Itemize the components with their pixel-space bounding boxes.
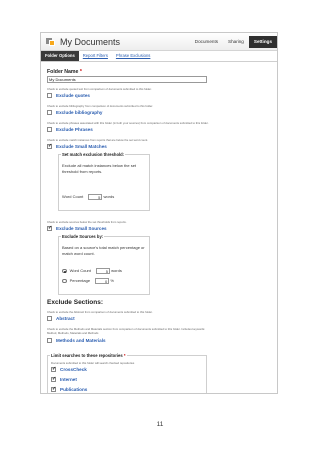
folder-name-label: Folder Name *	[47, 69, 82, 75]
match-word-count-label: Word Count	[62, 194, 84, 200]
exclude-quotes-checkbox[interactable]	[47, 93, 52, 98]
subtab-phrase-exclusions[interactable]: Phrase Exclusions	[112, 51, 154, 61]
exclude-phrases-option[interactable]: Exclude Phrases	[47, 127, 93, 132]
app-header: My Documents Documents Sharing Settings	[41, 33, 277, 51]
exclude-quotes-option[interactable]: Exclude quotes	[47, 93, 90, 98]
repositories-legend-text: Limit searches to these repositories	[51, 353, 123, 358]
exclude-methods-checkbox[interactable]	[47, 338, 52, 343]
sources-by-legend: Exclude Sources by:	[61, 234, 105, 239]
exclude-abstract-label: Abstract	[56, 316, 75, 321]
small-sources-hint: Check to exclude sources below the set t…	[47, 220, 127, 224]
tab-settings[interactable]: Settings	[248, 36, 277, 48]
top-nav: Documents Sharing Settings	[190, 36, 277, 48]
internet-checkbox[interactable]	[51, 376, 56, 382]
sources-word-count-label: Word Count	[69, 268, 91, 274]
folder-name-input[interactable]: My Documents	[47, 76, 207, 83]
percentage-radio[interactable]	[62, 278, 67, 284]
documents-icon	[46, 38, 56, 46]
sources-percentage-row: Percentage 0 %	[62, 278, 114, 284]
exclude-bibliography-label: Exclude bibliography	[56, 110, 103, 115]
exclude-quotes-label: Exclude quotes	[56, 93, 90, 98]
match-word-count-input[interactable]: 5	[88, 194, 103, 200]
exclude-small-matches-option[interactable]: Exclude Small Matches	[47, 143, 107, 149]
methods-hint-line-2: Method, Methods, Materials and Methods	[47, 331, 99, 335]
crosscheck-label: CrossCheck	[60, 367, 87, 372]
repositories-hint: Documents submitted to this folder will …	[51, 361, 135, 365]
folder-name-label-text: Folder Name	[47, 69, 79, 75]
sources-percentage-label: Percentage	[69, 278, 91, 284]
subtab-folder-options[interactable]: Folder Options	[41, 51, 79, 61]
sources-word-count-input[interactable]: 5	[96, 268, 111, 274]
exclude-small-sources-option[interactable]: Exclude Small Sources	[47, 225, 107, 231]
exclude-methods-option[interactable]: Methods and Materials	[47, 338, 106, 343]
app-window: My Documents Documents Sharing Settings …	[40, 32, 278, 394]
internet-option[interactable]: Internet	[51, 376, 77, 382]
small-matches-hint: Check to exclude match instances from re…	[47, 138, 149, 142]
exclude-sections-title: Exclude Sections:	[47, 299, 103, 306]
exclude-small-matches-checkbox[interactable]	[47, 143, 52, 149]
sources-by-description: Based on a source's total match percenta…	[62, 245, 145, 256]
tab-sharing[interactable]: Sharing	[223, 36, 249, 48]
match-threshold-description: Exclude all match instances below the se…	[62, 163, 137, 174]
abstract-hint: Check to exclude the Abstract from compa…	[47, 310, 153, 314]
percent-unit: %	[110, 278, 114, 284]
exclude-methods-label: Methods and Materials	[56, 338, 106, 343]
publications-label: Publications	[60, 387, 88, 392]
publications-option[interactable]: Publications	[51, 386, 88, 392]
exclude-abstract-checkbox[interactable]	[47, 316, 52, 321]
exclude-phrases-label: Exclude Phrases	[56, 127, 93, 132]
settings-subtabs: Folder Options Report Filters Phrase Exc…	[41, 51, 277, 62]
match-threshold-legend: Set match exclusion threshold:	[61, 152, 126, 157]
crosscheck-option[interactable]: CrossCheck	[51, 366, 87, 372]
word-count-radio[interactable]	[62, 268, 67, 274]
tab-documents[interactable]: Documents	[190, 36, 223, 48]
exclude-abstract-option[interactable]: Abstract	[47, 316, 75, 321]
exclude-small-sources-label: Exclude Small Sources	[56, 226, 107, 231]
repositories-legend: Limit searches to these repositories *	[50, 353, 127, 358]
exclude-small-sources-checkbox[interactable]	[47, 225, 52, 231]
match-word-count-row: Word Count 5 words	[62, 194, 114, 200]
repositories-required-marker: *	[123, 353, 126, 358]
crosscheck-checkbox[interactable]	[51, 366, 56, 372]
internet-label: Internet	[60, 377, 77, 382]
exclude-bibliography-option[interactable]: Exclude bibliography	[47, 110, 102, 115]
sources-words-unit: words	[111, 268, 122, 274]
quotes-hint: Check to exclude quoted text from compar…	[47, 87, 152, 91]
exclude-bibliography-checkbox[interactable]	[47, 110, 52, 115]
sources-percentage-input[interactable]: 0	[95, 278, 110, 284]
sources-word-count-row: Word Count 5 words	[62, 268, 122, 274]
publications-checkbox[interactable]	[51, 386, 56, 392]
subtab-report-filters[interactable]: Report Filters	[79, 51, 112, 61]
match-words-unit: words	[103, 194, 115, 200]
page-number: 11	[156, 421, 164, 428]
page-title: My Documents	[60, 37, 121, 47]
bibliography-hint: Check to exclude bibliography from compa…	[47, 104, 154, 108]
exclude-small-matches-label: Exclude Small Matches	[56, 144, 107, 149]
exclude-phrases-checkbox[interactable]	[47, 127, 52, 132]
phrases-hint: Check to exclude phrases associated with…	[47, 121, 209, 125]
required-marker: *	[79, 69, 82, 75]
